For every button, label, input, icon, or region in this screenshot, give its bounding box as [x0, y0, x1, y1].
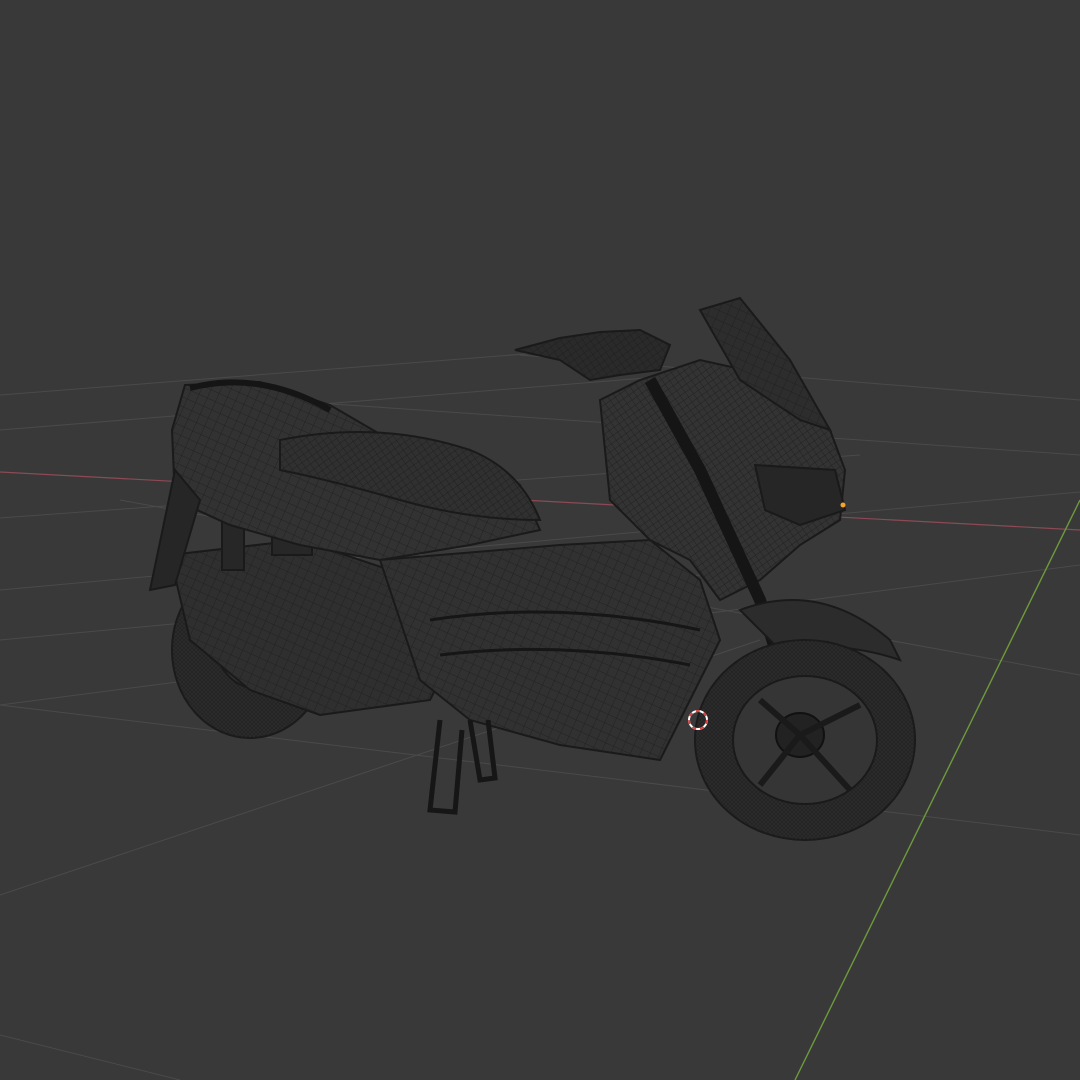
- 3d-viewport[interactable]: [0, 0, 1080, 1080]
- object-origin-dot: [840, 502, 846, 508]
- x-axis-line: [0, 471, 1080, 531]
- center-stand: [427, 719, 498, 815]
- scooter-model[interactable]: [148, 296, 916, 841]
- viewport-canvas[interactable]: [0, 0, 1080, 1080]
